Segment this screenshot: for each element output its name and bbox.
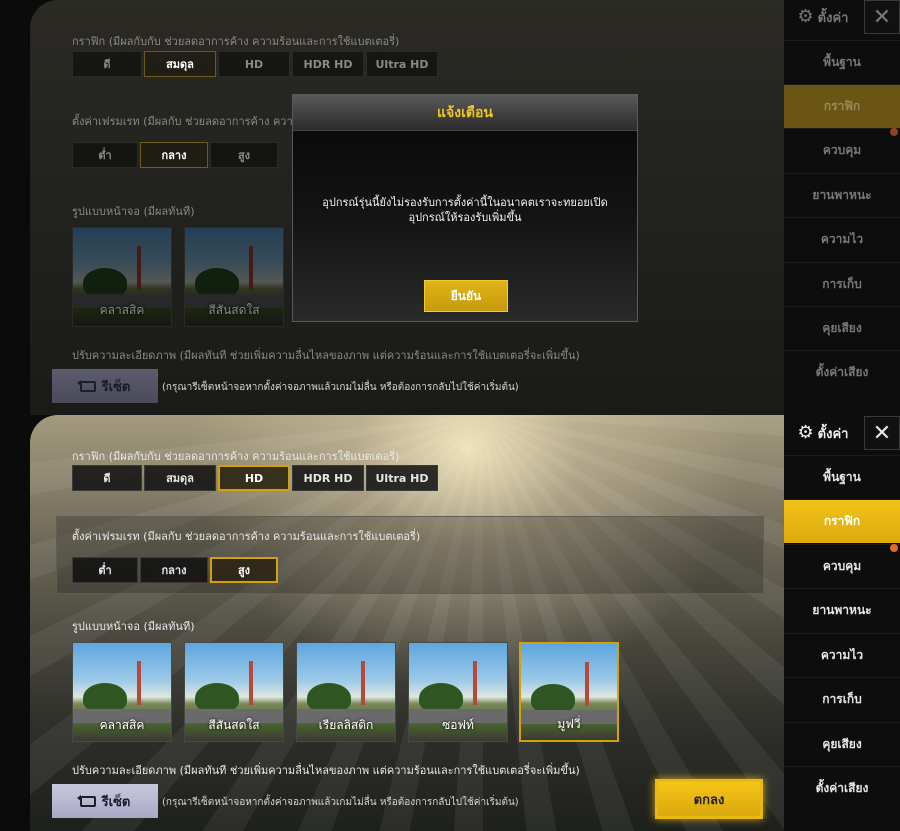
graphics-option-hd[interactable]: HD	[218, 465, 290, 491]
fps-option-medium[interactable]: กลาง	[140, 142, 208, 168]
style-name: คลาสสิค	[99, 718, 145, 732]
fps-option-high[interactable]: สูง	[210, 142, 278, 168]
gear-icon: ⚙	[797, 6, 814, 27]
sidebar-item-basic[interactable]: พื้นฐาน	[784, 40, 900, 84]
sidebar-item-sensitivity[interactable]: ความไว	[784, 633, 900, 677]
sidebar-item-graphics[interactable]: กราฟิก	[784, 499, 900, 543]
fps-option-high[interactable]: สูง	[210, 557, 278, 583]
fps-selector: ต่ำ กลาง สูง	[72, 142, 280, 168]
graphics-label: กราฟิก (มีผลกับกับ ช่วยลดอาการค้าง ความร…	[72, 450, 400, 463]
sidebar-item-vehicle[interactable]: ยานพาหนะ	[784, 588, 900, 632]
sidebar-item-audio[interactable]: ตั้งค่าเสียง	[784, 766, 900, 810]
top-settings-screen: กราฟิก (มีผลกับกับ ช่วยลดอาการค้าง ความร…	[0, 0, 900, 415]
reset-label: รีเซ็ต	[101, 794, 131, 810]
graphics-option-balanced[interactable]: สมดุล	[144, 51, 216, 77]
reset-hint: (กรุณารีเซ็ตหน้าจอหากตั้งค่าจอภาพแล้วเกม…	[162, 797, 519, 808]
graphics-option-hdr-hd[interactable]: HDR HD	[292, 51, 364, 77]
style-thumb-colorful[interactable]: สีสันสดใส	[184, 642, 284, 742]
reset-hint: (กรุณารีเซ็ตหน้าจอหากตั้งค่าจอภาพแล้วเกม…	[162, 382, 519, 393]
fps-option-low[interactable]: ต่ำ	[72, 557, 138, 583]
graphics-label: กราฟิก (มีผลกับกับ ช่วยลดอาการค้าง ความร…	[72, 35, 400, 48]
reset-icon	[76, 794, 96, 807]
close-icon[interactable]: ✕	[864, 416, 900, 450]
alert-message: อุปกรณ์รุ่นนี้ยังไม่รองรับการตั้งค่านี้ใ…	[322, 196, 608, 224]
style-thumb-realistic[interactable]: เรียลลิสติก	[296, 642, 396, 742]
resolution-label: ปรับความละเอียดภาพ (มีผลทันที ช่วยเพิ่มค…	[72, 349, 580, 362]
style-thumb-movie[interactable]: มูฟวี่	[519, 642, 619, 742]
graphics-quality-selector: ดี สมดุล HD HDR HD Ultra HD	[72, 465, 440, 491]
style-thumb-colorful[interactable]: สีสันสดใส	[184, 227, 284, 327]
sidebar-item-voice[interactable]: คุยเสียง	[784, 722, 900, 766]
notification-dot	[890, 128, 898, 136]
style-thumb-classic[interactable]: คลาสสิค	[72, 642, 172, 742]
fps-option-medium[interactable]: กลาง	[140, 557, 208, 583]
sidebar-item-audio[interactable]: ตั้งค่าเสียง	[784, 350, 900, 394]
fps-option-low[interactable]: ต่ำ	[72, 142, 138, 168]
style-name: เรียลลิสติก	[318, 718, 374, 732]
sidebar-title: ⚙ ตั้งค่า	[784, 0, 862, 34]
style-name: ซอฟท์	[442, 718, 474, 732]
graphics-option-ultra-hd[interactable]: Ultra HD	[366, 51, 438, 77]
close-icon[interactable]: ✕	[864, 0, 900, 34]
sidebar-item-basic[interactable]: พื้นฐาน	[784, 455, 900, 499]
style-label: รูปแบบหน้าจอ (มีผลทันที)	[72, 205, 195, 218]
sidebar-item-graphics[interactable]: กราฟิก	[784, 84, 900, 128]
graphics-option-smooth[interactable]: ดี	[72, 51, 142, 77]
confirm-button[interactable]: ยืนยัน	[424, 280, 508, 312]
style-name: สีสันสดใส	[208, 303, 260, 317]
sidebar-item-controls[interactable]: ควบคุม	[784, 128, 900, 172]
style-name: มูฟวี่	[557, 717, 581, 731]
bottom-settings-screen: กราฟิก (มีผลกับกับ ช่วยลดอาการค้าง ความร…	[0, 415, 900, 831]
sidebar-item-pickup[interactable]: การเก็บ	[784, 262, 900, 306]
settings-sidebar: ⚙ ตั้งค่า ✕ พื้นฐาน กราฟิก ควบคุม ยานพาห…	[784, 0, 900, 415]
sidebar-item-voice[interactable]: คุยเสียง	[784, 306, 900, 350]
sidebar-item-pickup[interactable]: การเก็บ	[784, 677, 900, 721]
graphics-quality-selector: ดี สมดุล HD HDR HD Ultra HD	[72, 51, 440, 77]
fps-selector: ต่ำ กลาง สูง	[72, 557, 280, 583]
resolution-label: ปรับความละเอียดภาพ (มีผลทันที ช่วยเพิ่มค…	[72, 764, 580, 777]
sidebar-title-text: ตั้งค่า	[817, 426, 849, 442]
graphics-option-smooth[interactable]: ดี	[72, 465, 142, 491]
style-thumb-classic[interactable]: คลาสสิค	[72, 227, 172, 327]
alert-dialog: แจ้งเตือน อุปกรณ์รุ่นนี้ยังไม่รองรับการต…	[292, 94, 638, 322]
reset-icon	[76, 379, 96, 392]
graphics-option-ultra-hd[interactable]: Ultra HD	[366, 465, 438, 491]
sidebar-title: ⚙ ตั้งค่า	[784, 416, 862, 450]
notification-dot	[890, 544, 898, 552]
settings-sidebar: ⚙ ตั้งค่า ✕ พื้นฐาน กราฟิก ควบคุม ยานพาห…	[784, 415, 900, 831]
sidebar-item-vehicle[interactable]: ยานพาหนะ	[784, 173, 900, 217]
style-name: สีสันสดใส	[208, 718, 260, 732]
graphics-option-hd[interactable]: HD	[218, 51, 290, 77]
sidebar-item-sensitivity[interactable]: ความไว	[784, 217, 900, 261]
reset-button[interactable]: รีเซ็ต	[52, 369, 158, 403]
reset-button[interactable]: รีเซ็ต	[52, 784, 158, 818]
gear-icon: ⚙	[797, 422, 814, 443]
sidebar-item-controls[interactable]: ควบคุม	[784, 544, 900, 588]
ok-button[interactable]: ตกลง	[655, 779, 763, 819]
style-name: คลาสสิค	[99, 303, 145, 317]
reset-label: รีเซ็ต	[101, 379, 131, 395]
fps-label: ตั้งค่าเฟรมเรท (มีผลกับ ช่วยลดอาการค้าง …	[72, 530, 421, 543]
style-label: รูปแบบหน้าจอ (มีผลทันที)	[72, 620, 195, 633]
sidebar-title-text: ตั้งค่า	[817, 10, 849, 26]
alert-title: แจ้งเตือน	[293, 95, 637, 131]
graphics-option-hdr-hd[interactable]: HDR HD	[292, 465, 364, 491]
graphics-option-balanced[interactable]: สมดุล	[144, 465, 216, 491]
style-thumb-soft[interactable]: ซอฟท์	[408, 642, 508, 742]
